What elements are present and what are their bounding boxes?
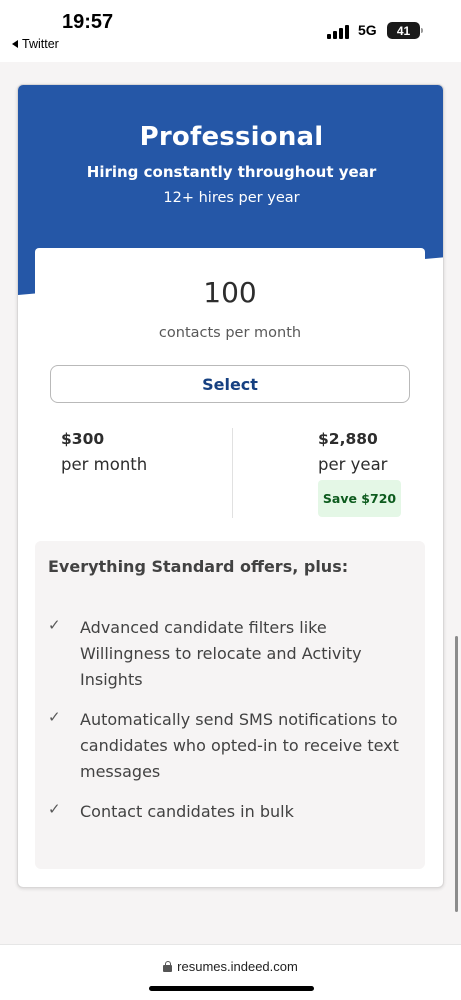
back-to-app-link[interactable]: Twitter [12,37,59,51]
plan-card: Professional Hiring constantly throughou… [17,84,444,888]
yearly-price: $2,880 per year [318,430,387,474]
back-arrow-icon [12,40,18,48]
contacts-count: 100 [203,276,257,309]
feature-item: ✓ Contact candidates in bulk [48,799,413,825]
feature-text: Automatically send SMS notifications to … [80,710,399,781]
feature-item: ✓ Advanced candidate filters like Willin… [48,615,413,693]
features-panel: Everything Standard offers, plus: ✓ Adva… [35,541,425,869]
lock-icon [163,961,173,972]
plan-hires: 12+ hires per year [163,190,300,206]
monthly-price-amount: $300 [61,430,105,448]
yearly-price-period: per year [318,455,388,474]
check-icon: ✓ [48,616,61,634]
feature-item: ✓ Automatically send SMS notifications t… [48,707,413,785]
signal-icon [327,25,351,39]
select-plan-button[interactable]: Select [50,365,410,403]
plan-name: Professional [139,122,324,152]
savings-badge: Save $720 [318,480,401,517]
check-icon: ✓ [48,800,61,818]
battery-level: 41 [396,23,411,38]
network-type: 5G [358,22,377,38]
price-divider [232,428,233,518]
home-indicator[interactable] [149,986,314,991]
plan-pricing-panel: 100 contacts per month Select $300 per m… [35,248,425,568]
status-time: 19:57 [62,11,114,33]
browser-url-bar[interactable]: resumes.indeed.com [0,944,461,1000]
yearly-price-amount: $2,880 [318,430,378,448]
feature-text: Contact candidates in bulk [80,802,294,821]
url-display[interactable]: resumes.indeed.com [0,959,461,974]
url-text: resumes.indeed.com [177,959,298,974]
contacts-label: contacts per month [158,325,302,341]
monthly-price-period: per month [61,455,148,474]
battery-icon: 41 [387,22,423,39]
monthly-price: $300 per month [61,430,147,474]
back-app-label: Twitter [22,37,59,51]
feature-text: Advanced candidate filters like Willingn… [80,618,362,689]
status-bar: 19:57 Twitter 5G 41 [0,0,461,62]
check-icon: ✓ [48,708,61,726]
page-scrollbar[interactable] [455,636,458,912]
features-title: Everything Standard offers, plus: [48,557,349,576]
plan-tagline: Hiring constantly throughout year [86,163,377,181]
feature-list: ✓ Advanced candidate filters like Willin… [48,615,413,839]
